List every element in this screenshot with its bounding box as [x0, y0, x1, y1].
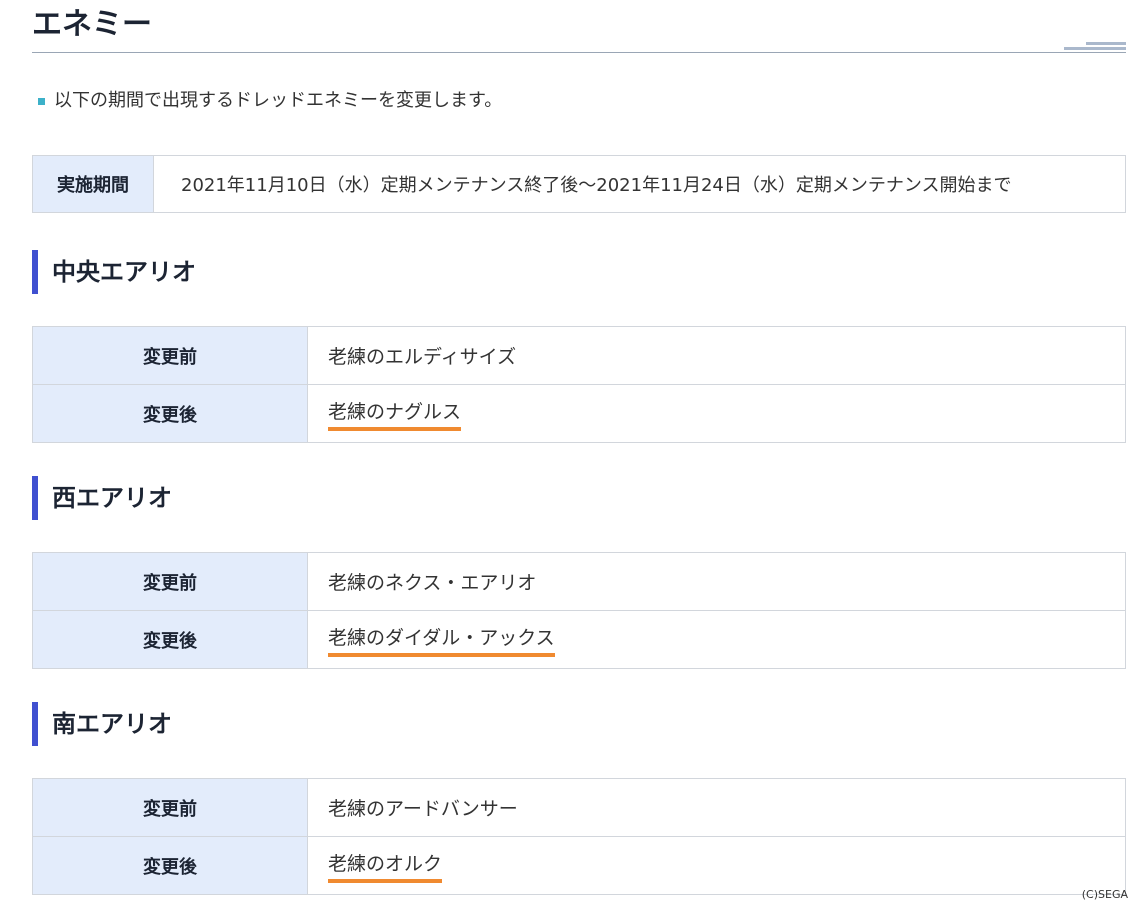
- area-heading-central: 中央エアリオ: [32, 250, 196, 294]
- table-row: 変更前 老練のネクス・エアリオ: [32, 552, 1126, 611]
- table-row: 変更前 老練のアードバンサー: [32, 778, 1126, 837]
- after-value-cell: 老練のダイダル・アックス: [307, 610, 1126, 669]
- after-label: 変更後: [32, 384, 308, 443]
- area-heading-south: 南エアリオ: [32, 702, 172, 746]
- table-row: 変更前 老練のエルディサイズ: [32, 326, 1126, 385]
- table-row: 変更後 老練のオルク: [32, 836, 1126, 895]
- after-label: 変更後: [32, 610, 308, 669]
- page-title: エネミー: [32, 7, 152, 42]
- change-table-south: 変更前 老練のアードバンサー 変更後 老練のオルク: [32, 778, 1126, 895]
- bullet-icon: [38, 97, 45, 105]
- copyright-text: (C)SEGA: [1081, 888, 1128, 901]
- period-table: 実施期間 2021年11月10日（水）定期メンテナンス終了後～2021年11月2…: [32, 155, 1126, 213]
- before-label: 変更前: [32, 326, 308, 385]
- change-table-west: 変更前 老練のネクス・エアリオ 変更後 老練のダイダル・アックス: [32, 552, 1126, 669]
- period-value: 2021年11月10日（水）定期メンテナンス終了後～2021年11月24日（水）…: [153, 155, 1126, 213]
- area-heading-west: 西エアリオ: [32, 476, 172, 520]
- before-value: 老練のネクス・エアリオ: [307, 552, 1126, 611]
- before-value: 老練のエルディサイズ: [307, 326, 1126, 385]
- intro-text: 以下の期間で出現するドレッドエネミーを変更します。: [54, 90, 503, 111]
- before-label: 変更前: [32, 778, 308, 837]
- after-value-cell: 老練のナグルス: [307, 384, 1126, 443]
- period-label: 実施期間: [32, 155, 154, 213]
- after-value: 老練のダイダル・アックス: [328, 623, 555, 657]
- after-value: 老練のオルク: [328, 849, 443, 883]
- title-decoration-icon: [1064, 42, 1126, 50]
- title-divider: [32, 52, 1126, 53]
- after-value: 老練のナグルス: [328, 397, 462, 431]
- before-value: 老練のアードバンサー: [307, 778, 1126, 837]
- table-row: 変更後 老練のナグルス: [32, 384, 1126, 443]
- after-label: 変更後: [32, 836, 308, 895]
- table-row: 変更後 老練のダイダル・アックス: [32, 610, 1126, 669]
- period-row: 実施期間 2021年11月10日（水）定期メンテナンス終了後～2021年11月2…: [32, 155, 1126, 213]
- change-table-central: 変更前 老練のエルディサイズ 変更後 老練のナグルス: [32, 326, 1126, 443]
- before-label: 変更前: [32, 552, 308, 611]
- intro-text-line: 以下の期間で出現するドレッドエネミーを変更します。: [38, 88, 502, 114]
- after-value-cell: 老練のオルク: [307, 836, 1126, 895]
